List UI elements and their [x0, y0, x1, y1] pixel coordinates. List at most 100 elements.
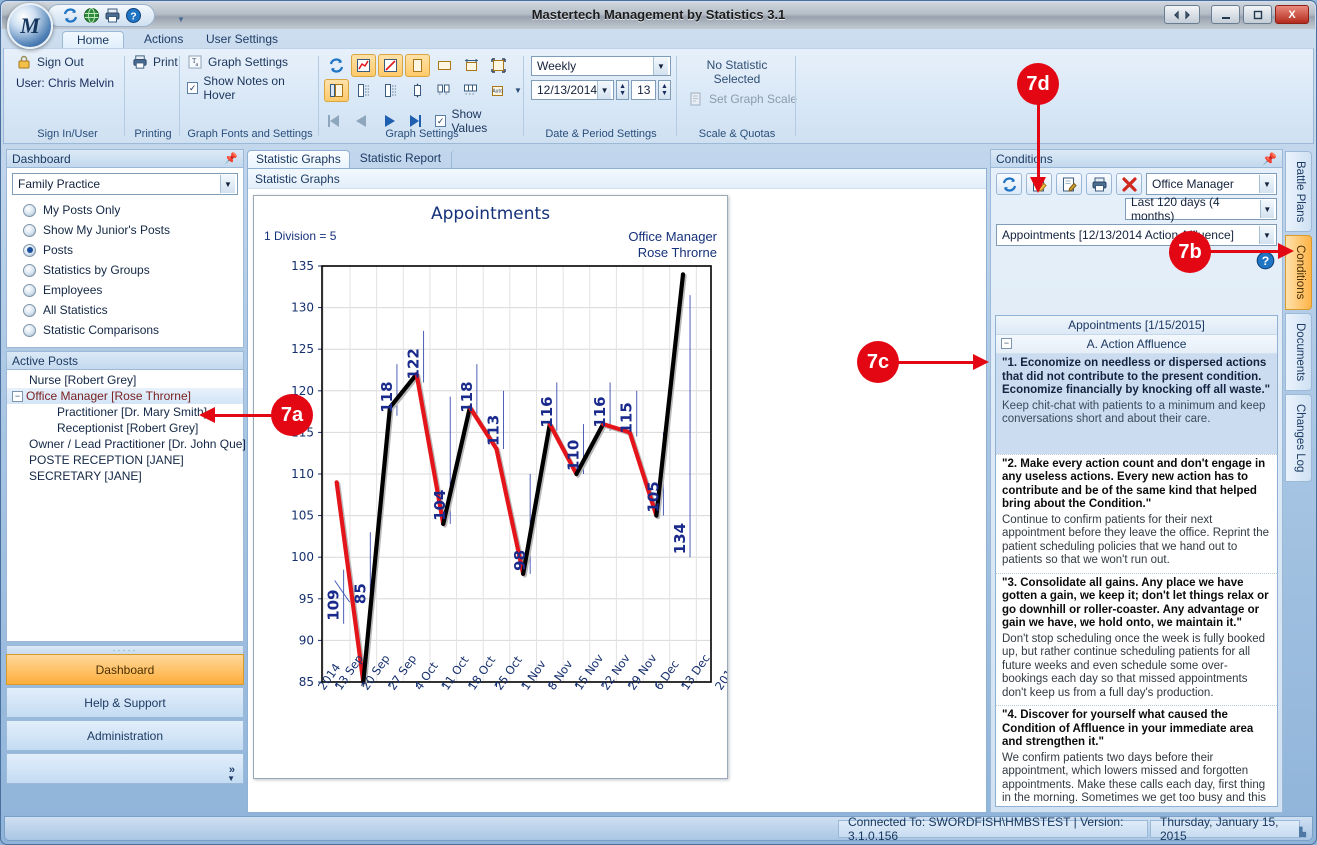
conditions-list-subheader-label: A. Action Affluence	[1086, 337, 1187, 351]
svg-text:?: ?	[1262, 254, 1270, 268]
active-posts-title: Active Posts	[12, 353, 79, 368]
radio-posts[interactable]: Posts	[12, 240, 238, 260]
graph-card[interactable]: Appointments 1 Division = 5 Office Manag…	[253, 195, 728, 779]
condition-item[interactable]: "2. Make every action count and don't en…	[996, 455, 1277, 573]
chart-division-note: 1 Division = 5	[264, 229, 337, 243]
globe-icon[interactable]	[83, 7, 100, 24]
three-column-button[interactable]	[458, 79, 483, 102]
no-statistic-selected-label: No Statistic Selected	[706, 58, 768, 86]
sidebar-splitter-grip[interactable]: ·····	[6, 645, 244, 655]
condition-answer: Continue to confirm patients for their n…	[1002, 513, 1270, 567]
period-value: Weekly	[537, 59, 577, 73]
chart-title: Appointments	[430, 204, 551, 224]
collapse-icon[interactable]: −	[12, 391, 23, 403]
sidebar-nav-dashboard[interactable]: Dashboard	[6, 654, 244, 685]
sidebar-nav-administration[interactable]: Administration	[6, 720, 244, 751]
svg-text:122: 122	[405, 348, 423, 379]
date-spinner[interactable]: ▲ ▼	[616, 80, 630, 100]
vtab-documents[interactable]: Documents	[1285, 312, 1312, 391]
minimize-button[interactable]	[1211, 5, 1240, 24]
radio-statistics-by-groups[interactable]: Statistics by Groups	[12, 260, 238, 280]
labels-right-button[interactable]	[378, 79, 403, 102]
chevron-down-icon[interactable]: ▼	[220, 175, 235, 193]
radio-my-posts-only[interactable]: My Posts Only	[12, 200, 238, 220]
resize-grip-icon[interactable]: ▙	[1299, 827, 1307, 838]
count-spinner[interactable]: ▲ ▼	[657, 80, 671, 100]
ribbon: Sign Out User: Chris Melvin Sign In/User…	[3, 48, 1314, 144]
close-button[interactable]: X	[1275, 5, 1309, 24]
practice-select[interactable]: Family Practice ▼	[12, 173, 238, 195]
condition-item[interactable]: "3. Consolidate all gains. Any place we …	[996, 574, 1277, 706]
tab-statistic-graphs[interactable]: Statistic Graphs	[247, 150, 350, 168]
sidebar-nav-help-support[interactable]: Help & Support	[6, 687, 244, 718]
count-input[interactable]: 13	[631, 80, 656, 100]
auto-scale-button[interactable]: Auto	[485, 79, 510, 102]
quick-access-overflow-caret[interactable]: ▼	[177, 15, 185, 24]
page-portrait-button[interactable]	[405, 54, 430, 77]
radio-show-my-juniors-posts[interactable]: Show My Junior's Posts	[12, 220, 238, 240]
print-conditions-button[interactable]	[1086, 173, 1112, 195]
vtab-battle-plans[interactable]: Battle Plans	[1285, 151, 1312, 233]
refresh-conditions-button[interactable]	[996, 173, 1022, 195]
labels-left-button[interactable]	[351, 79, 376, 102]
help-icon[interactable]: ?	[125, 7, 142, 24]
callout-7c-line	[897, 361, 979, 364]
refresh-icon[interactable]	[62, 7, 79, 24]
tree-item-owner-lead-practitioner[interactable]: Owner / Lead Practitioner [Dr. John Que]	[7, 436, 246, 452]
pin-icon[interactable]: 📌	[1262, 152, 1277, 166]
conditions-list[interactable]: Appointments [1/15/2015] − A. Action Aff…	[995, 315, 1278, 807]
radio-statistic-comparisons[interactable]: Statistic Comparisons	[12, 320, 238, 340]
chevron-down-icon[interactable]: ▼	[1259, 226, 1274, 244]
radio-all-statistics[interactable]: All Statistics	[12, 300, 238, 320]
chevron-down-icon[interactable]: ▼	[653, 57, 668, 75]
graph-height-button[interactable]	[405, 79, 430, 102]
collapse-icon[interactable]: −	[1001, 338, 1012, 349]
app-menu-orb[interactable]: M	[7, 3, 53, 49]
chevron-down-icon[interactable]: ▼	[1259, 175, 1274, 193]
date-input[interactable]: 12/13/2014 ▼	[531, 80, 614, 100]
edit-condition-button[interactable]	[1056, 173, 1082, 195]
period-select[interactable]: Weekly ▼	[531, 56, 671, 76]
maximize-button[interactable]	[1243, 5, 1272, 24]
tree-item-poste-reception[interactable]: POSTE RECEPTION [JANE]	[7, 452, 243, 468]
print-icon[interactable]	[104, 7, 121, 24]
chart-post-name: Office Manager	[628, 229, 717, 244]
sidebar-nav-overflow[interactable]: » ▼	[6, 753, 244, 784]
help-icon[interactable]: ?	[1256, 251, 1275, 270]
print-button[interactable]: Print	[126, 52, 180, 72]
show-notes-on-hover-checkbox[interactable]: ✓ Show Notes on Hover	[181, 72, 319, 104]
chevron-down-icon[interactable]: ▼	[1259, 200, 1274, 218]
tree-item-nurse[interactable]: Nurse [Robert Grey]	[7, 372, 243, 388]
pin-icon[interactable]: 📌	[224, 152, 238, 165]
conditions-post-select[interactable]: Office Manager ▼	[1146, 173, 1277, 195]
tab-statistic-report[interactable]: Statistic Report	[352, 150, 449, 168]
chevron-down-icon[interactable]: ▼	[597, 81, 611, 99]
fit-width-button[interactable]	[459, 54, 484, 77]
conditions-range-select[interactable]: Last 120 days (4 months) ▼	[1125, 195, 1277, 223]
svg-text:Auto: Auto	[492, 89, 503, 95]
graph-settings-label: Graph Settings	[208, 55, 289, 69]
fit-page-button[interactable]	[486, 54, 511, 77]
conditions-condition-select[interactable]: Appointments [12/13/2014 Action Affluenc…	[996, 224, 1277, 246]
delete-condition-button[interactable]	[1116, 173, 1142, 195]
graph-settings-button[interactable]: Ta Graph Settings	[181, 52, 319, 72]
document-tabstrip: Statistic Graphs Statistic Report	[247, 149, 987, 168]
refresh-graph-button[interactable]	[324, 54, 349, 77]
callout-7d: 7d	[1017, 63, 1059, 105]
restore-down-button[interactable]	[1164, 5, 1200, 24]
show-trend-line-button[interactable]	[351, 54, 376, 77]
two-column-button[interactable]	[431, 79, 456, 102]
hide-trend-line-button[interactable]	[378, 54, 403, 77]
tree-item-office-manager[interactable]: − Office Manager [Rose Throrne]	[7, 388, 243, 404]
radio-employees[interactable]: Employees	[12, 280, 238, 300]
condition-item[interactable]: "1. Economize on needless or dispersed a…	[996, 354, 1277, 454]
set-graph-scale-button[interactable]: Set Graph Scale	[682, 86, 797, 109]
group-separator	[179, 56, 180, 136]
callout-7c: 7c	[857, 341, 899, 383]
vtab-changes-log[interactable]: Changes Log	[1285, 393, 1312, 483]
page-landscape-button[interactable]	[432, 54, 457, 77]
condition-item[interactable]: "4. Discover for yourself what caused th…	[996, 706, 1277, 806]
sign-out-button[interactable]: Sign Out	[10, 52, 125, 72]
tree-item-secretary[interactable]: SECRETARY [JANE]	[7, 468, 243, 484]
single-graph-button[interactable]	[324, 79, 349, 102]
